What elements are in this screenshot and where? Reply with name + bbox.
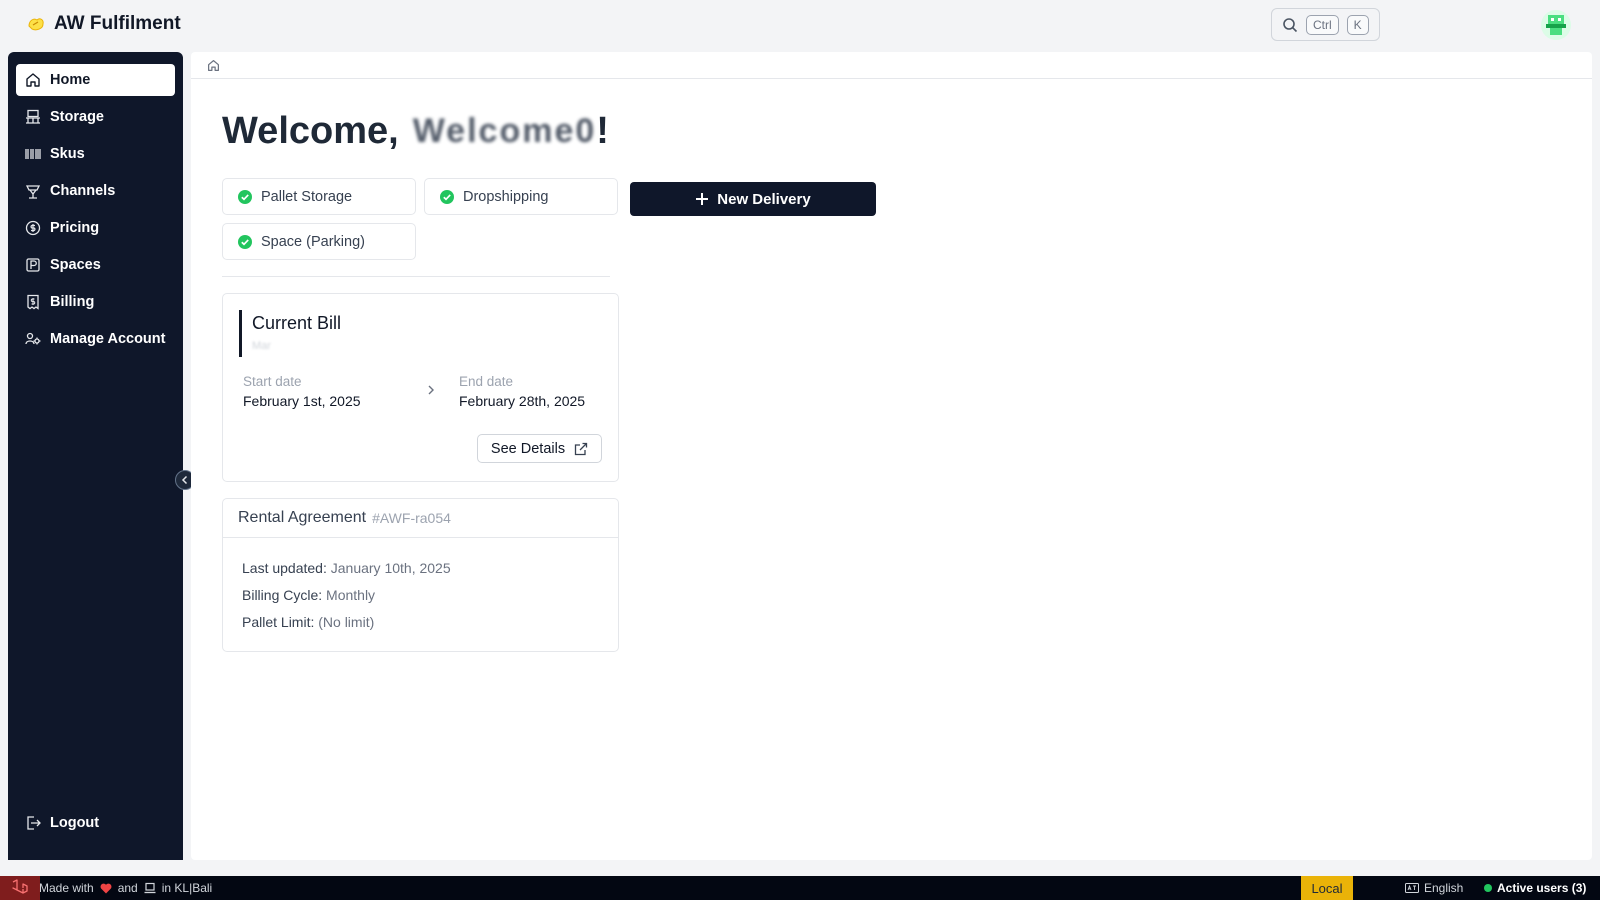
made-with-credit: Made with and in KL|Bali xyxy=(39,881,212,895)
service-badge-pallet-storage: Pallet Storage xyxy=(222,178,416,215)
logout-icon xyxy=(27,816,41,830)
made-with-label: Made with xyxy=(39,881,94,895)
billing-cycle-value: Monthly xyxy=(326,587,376,603)
external-link-icon xyxy=(574,442,588,455)
sidebar-item-skus[interactable]: Skus xyxy=(16,138,175,170)
service-badge-dropshipping: Dropshipping xyxy=(424,178,618,215)
pallet-limit-label: Pallet Limit: xyxy=(242,614,315,630)
end-date-label: End date xyxy=(459,374,514,389)
search-button[interactable]: Ctrl K xyxy=(1271,8,1380,41)
dollar-icon xyxy=(25,220,41,236)
status-bar: Made with and in KL|Bali Local English A… xyxy=(0,876,1600,900)
sidebar-item-label: Channels xyxy=(50,183,116,199)
bill-accent-bar xyxy=(239,310,242,357)
start-date-label: Start date xyxy=(243,374,302,389)
sidebar-item-label: Billing xyxy=(50,294,95,310)
sidebar-item-label: Storage xyxy=(50,109,104,125)
logout-button[interactable]: Logout xyxy=(16,807,175,839)
check-circle-icon xyxy=(440,189,454,204)
billing-cycle-label: Billing Cycle: xyxy=(242,587,323,603)
end-date-value: February 28th, 2025 xyxy=(459,393,586,409)
rental-agreement-header: Rental Agreement #AWF-ra054 xyxy=(223,499,618,538)
debug-toolbar-button[interactable] xyxy=(0,876,40,900)
active-users-label: Active users (3) xyxy=(1497,881,1587,895)
active-users-indicator[interactable]: Active users (3) xyxy=(1484,881,1586,895)
service-label: Space (Parking) xyxy=(261,233,365,250)
sidebar-item-home[interactable]: Home xyxy=(16,64,175,96)
sidebar-item-billing[interactable]: Billing xyxy=(16,286,175,318)
last-updated-value: January 10th, 2025 xyxy=(330,560,451,576)
sidebar-item-spaces[interactable]: Spaces xyxy=(16,249,175,281)
see-details-button[interactable]: See Details xyxy=(477,434,602,463)
current-bill-title: Current Bill xyxy=(252,313,342,333)
service-label: Pallet Storage xyxy=(261,188,353,205)
main-content: Welcome, Welcome0 ! Pallet Storage Drops… xyxy=(191,52,1592,860)
rental-pallet-limit: Pallet Limit: (No limit) xyxy=(242,614,374,630)
breadcrumb-home-icon[interactable] xyxy=(207,59,220,72)
language-selector[interactable]: English xyxy=(1405,881,1463,895)
online-dot-icon xyxy=(1484,884,1492,892)
sidebar-item-manage-account[interactable]: Manage Account xyxy=(16,323,175,355)
last-updated-label: Last updated: xyxy=(242,560,327,576)
user-avatar[interactable] xyxy=(1540,9,1572,41)
rental-last-updated: Last updated: January 10th, 2025 xyxy=(242,560,451,576)
language-label: English xyxy=(1424,881,1464,895)
check-circle-icon xyxy=(238,189,252,204)
sidebar-item-label: Manage Account xyxy=(50,331,166,347)
shortcut-ctrl: Ctrl xyxy=(1306,14,1339,35)
rental-agreement-title: Rental Agreement xyxy=(238,509,367,526)
divider xyxy=(222,276,610,277)
rental-agreement-card: Rental Agreement #AWF-ra054 Last updated… xyxy=(222,498,619,652)
welcome-prefix: Welcome, xyxy=(222,110,399,152)
sidebar-item-channels[interactable]: Channels xyxy=(16,175,175,207)
chevron-right-icon xyxy=(428,385,434,395)
language-icon xyxy=(1405,883,1419,893)
home-icon xyxy=(26,73,40,87)
rental-billing-cycle: Billing Cycle: Monthly xyxy=(242,587,375,603)
shortcut-k: K xyxy=(1346,14,1369,35)
new-delivery-button[interactable]: New Delivery xyxy=(630,182,876,216)
and-label: and xyxy=(117,881,138,895)
start-date-value: February 1st, 2025 xyxy=(243,393,361,409)
sidebar-item-label: Pricing xyxy=(50,220,100,236)
barcode-icon xyxy=(25,149,41,159)
sidebar-item-storage[interactable]: Storage xyxy=(16,101,175,133)
manage-account-icon xyxy=(25,332,41,345)
rental-agreement-id: #AWF-ra054 xyxy=(372,510,451,526)
sidebar-item-label: Home xyxy=(50,72,91,88)
sidebar-item-label: Spaces xyxy=(50,257,101,273)
page-title: Welcome, Welcome0 ! xyxy=(222,110,609,153)
logout-label: Logout xyxy=(50,815,100,831)
storage-icon xyxy=(26,109,40,124)
parking-icon xyxy=(26,258,40,272)
receipt-icon xyxy=(27,294,39,310)
laravel-logo-icon xyxy=(12,879,28,894)
check-circle-icon xyxy=(238,234,252,249)
current-bill-subtitle: Mar xyxy=(252,340,271,352)
brand-logo-icon xyxy=(28,18,44,31)
service-label: Dropshipping xyxy=(463,188,549,205)
user-name: Welcome0 xyxy=(412,112,597,150)
breadcrumb xyxy=(191,52,1592,79)
new-delivery-label: New Delivery xyxy=(717,190,811,208)
sidebar-item-pricing[interactable]: Pricing xyxy=(16,212,175,244)
brand-name: AW Fulfilment xyxy=(54,13,181,34)
channels-icon xyxy=(25,185,41,199)
laptop-icon xyxy=(144,882,156,894)
pallet-limit-value: (No limit) xyxy=(318,614,375,630)
plus-icon xyxy=(696,193,709,205)
search-icon xyxy=(1283,17,1298,32)
chevron-left-icon xyxy=(181,475,188,485)
sidebar-item-label: Skus xyxy=(50,146,85,162)
sidebar: Home Storage Skus Channels Pricing Space… xyxy=(8,52,183,860)
heart-icon xyxy=(100,883,112,893)
welcome-suffix: ! xyxy=(596,110,609,152)
brand[interactable]: AW Fulfilment xyxy=(26,13,181,35)
see-details-label: See Details xyxy=(490,440,566,457)
location-label: in KL|Bali xyxy=(161,881,213,895)
current-bill-card: Current Bill Mar Start date February 1st… xyxy=(222,293,619,482)
service-badge-space-parking: Space (Parking) xyxy=(222,223,416,260)
top-bar: AW Fulfilment Ctrl K xyxy=(0,0,1600,52)
environment-badge: Local xyxy=(1301,876,1353,900)
